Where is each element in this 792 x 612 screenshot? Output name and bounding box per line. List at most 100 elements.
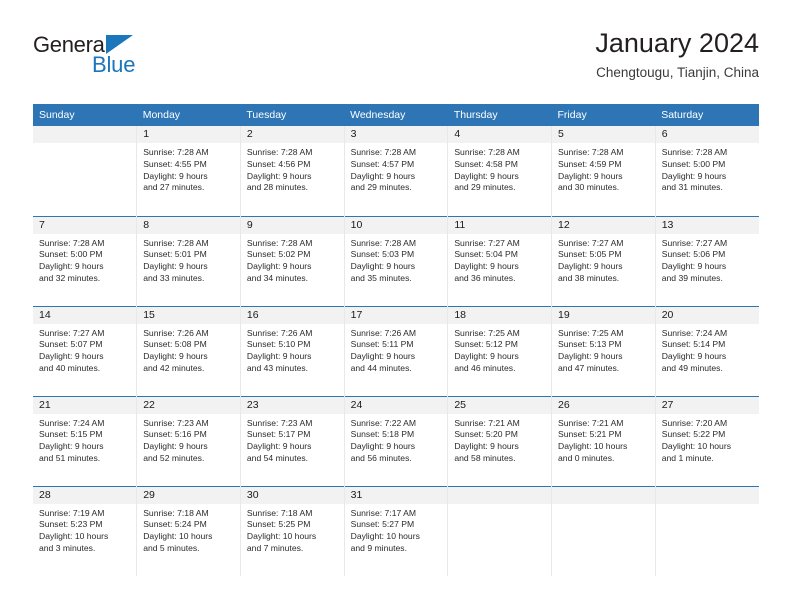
calendar-day-cell[interactable]: 20 Sunrise: 7:24 AM Sunset: 5:14 PM Dayligh… — [655, 305, 759, 396]
day-detail-line: and 29 minutes. — [350, 182, 412, 193]
day-number: 26 — [552, 396, 655, 414]
calendar-day-cell[interactable]: 7 Sunrise: 7:28 AM Sunset: 5:00 PM Daylight… — [33, 215, 138, 306]
day-number: 28 — [33, 486, 137, 504]
calendar-day-cell[interactable]: 13 Sunrise: 7:27 AM Sunset: 5:06 PM Dayligh… — [655, 215, 759, 306]
day-detail-line: Daylight: 9 hours — [246, 170, 312, 181]
day-detail-line: Sunset: 5:24 PM — [143, 519, 207, 530]
calendar-day-cell[interactable]: 28 Sunrise: 7:19 AM Sunset: 5:23 PM Dayligh… — [33, 485, 138, 576]
day-number: 10 — [344, 216, 448, 234]
day-detail-line: and 3 minutes. — [39, 542, 96, 553]
calendar-day-cell[interactable]: 22 Sunrise: 7:23 AM Sunset: 5:16 PM Dayligh… — [136, 395, 241, 486]
day-detail-line: Sunset: 5:23 PM — [39, 519, 103, 530]
day-number: 2 — [240, 126, 344, 143]
calendar-day-cell[interactable]: 18 Sunrise: 7:25 AM Sunset: 5:12 PM Dayligh… — [447, 305, 553, 396]
calendar-day-cell[interactable]: 8 Sunrise: 7:28 AM Sunset: 5:01 PM Daylight… — [136, 215, 241, 306]
day-detail-line: and 42 minutes. — [143, 362, 205, 373]
calendar-day-cell[interactable]: 30 Sunrise: 7:18 AM Sunset: 5:25 PM Dayligh… — [240, 485, 345, 576]
day-detail-line: and 39 minutes. — [661, 272, 723, 283]
day-number: 7 — [33, 216, 137, 234]
day-details: Sunrise: 7:26 AM Sunset: 5:08 PM Daylight:… — [137, 324, 240, 375]
day-detail-line: Sunset: 5:07 PM — [39, 339, 103, 350]
day-details: Sunrise: 7:27 AM Sunset: 5:04 PM Daylight:… — [448, 234, 551, 285]
calendar-day-cell[interactable]: 26 Sunrise: 7:21 AM Sunset: 5:21 PM Dayligh… — [551, 395, 656, 486]
day-detail-line: Sunset: 5:04 PM — [454, 249, 518, 260]
day-details: Sunrise: 7:28 AM Sunset: 5:00 PM Daylight:… — [33, 234, 136, 285]
day-number: 15 — [137, 306, 240, 324]
day-detail-line: and 34 minutes. — [246, 272, 309, 283]
day-detail-line: Daylight: 9 hours — [661, 351, 727, 362]
day-detail-line: and 7 minutes. — [246, 542, 304, 553]
calendar-day-cell[interactable]: 14 Sunrise: 7:27 AM Sunset: 5:07 PM Dayligh… — [33, 305, 138, 396]
day-detail-line: Sunset: 4:58 PM — [454, 158, 518, 169]
day-detail-line: Sunrise: 7:25 AM — [454, 327, 520, 338]
day-detail-line: Sunset: 5:01 PM — [143, 249, 207, 260]
calendar-day-cell[interactable]: 29 Sunrise: 7:18 AM Sunset: 5:24 PM Dayligh… — [136, 485, 241, 576]
day-detail-line: Sunrise: 7:21 AM — [454, 417, 520, 428]
day-detail-line: Daylight: 10 hours — [246, 531, 317, 542]
day-detail-line: Sunset: 5:10 PM — [246, 339, 311, 350]
day-detail-line: Daylight: 10 hours — [143, 531, 213, 542]
calendar-day-cell[interactable]: 23 Sunrise: 7:23 AM Sunset: 5:17 PM Dayligh… — [240, 395, 345, 486]
calendar-day-cell[interactable]: 1 Sunrise: 7:28 AM Sunset: 4:55 PM Daylight… — [136, 126, 241, 216]
calendar-day-cell[interactable]: 19 Sunrise: 7:25 AM Sunset: 5:13 PM Dayligh… — [551, 305, 656, 396]
day-detail-line: and 29 minutes. — [454, 182, 516, 193]
day-detail-line: and 47 minutes. — [558, 362, 620, 373]
day-number: 22 — [137, 396, 240, 414]
day-detail-line: Sunset: 5:00 PM — [661, 158, 726, 169]
day-number — [448, 486, 552, 504]
day-detail-line: and 58 minutes. — [454, 452, 516, 463]
day-detail-line: Daylight: 9 hours — [661, 261, 727, 272]
calendar-day-cell[interactable]: 21 Sunrise: 7:24 AM Sunset: 5:15 PM Dayligh… — [33, 395, 138, 486]
day-detail-line: Sunrise: 7:24 AM — [661, 327, 728, 338]
day-detail-line: and 1 minute. — [661, 452, 714, 463]
day-number: 14 — [33, 306, 137, 324]
calendar-day-cell[interactable]: 25 Sunrise: 7:21 AM Sunset: 5:20 PM Dayligh… — [447, 395, 553, 486]
day-number: 1 — [137, 126, 240, 143]
day-number: 4 — [448, 126, 552, 143]
calendar-day-cell[interactable]: 9 Sunrise: 7:28 AM Sunset: 5:02 PM Daylight… — [240, 215, 345, 306]
day-detail-line: and 28 minutes. — [246, 182, 309, 193]
calendar-day-cell[interactable]: 5 Sunrise: 7:28 AM Sunset: 4:59 PM Daylight… — [551, 126, 656, 216]
calendar-page: General Blue January 2024 Chengtougu, Ti… — [0, 0, 792, 612]
calendar-day-cell[interactable]: 4 Sunrise: 7:28 AM Sunset: 4:58 PM Daylight… — [447, 126, 553, 216]
calendar-week-row: 1 Sunrise: 7:28 AM Sunset: 4:55 PM Daylight… — [33, 126, 759, 216]
day-detail-line: and 0 minutes. — [558, 452, 615, 463]
calendar-day-cell[interactable]: 15 Sunrise: 7:26 AM Sunset: 5:08 PM Dayligh… — [136, 305, 241, 396]
calendar-day-cell[interactable]: 10 Sunrise: 7:28 AM Sunset: 5:03 PM Dayligh… — [344, 215, 449, 306]
calendar-day-cell[interactable]: 17 Sunrise: 7:26 AM Sunset: 5:11 PM Dayligh… — [344, 305, 449, 396]
day-detail-line: and 30 minutes. — [558, 182, 620, 193]
calendar-day-cell[interactable]: 2 Sunrise: 7:28 AM Sunset: 4:56 PM Daylight… — [240, 126, 345, 216]
day-detail-line: Sunrise: 7:23 AM — [143, 417, 209, 428]
calendar-day-cell[interactable]: 31 Sunrise: 7:17 AM Sunset: 5:27 PM Dayligh… — [344, 485, 449, 576]
day-details: Sunrise: 7:26 AM Sunset: 5:10 PM Daylight:… — [241, 324, 344, 375]
weekday-header-tuesday: Tuesday — [240, 104, 345, 126]
day-detail-line: and 49 minutes. — [661, 362, 723, 373]
day-detail-line: Sunrise: 7:28 AM — [143, 237, 209, 248]
calendar-day-cell[interactable]: 12 Sunrise: 7:27 AM Sunset: 5:05 PM Dayligh… — [551, 215, 656, 306]
day-detail-line: and 44 minutes. — [350, 362, 412, 373]
day-detail-line: Sunrise: 7:26 AM — [143, 327, 209, 338]
weekday-header-thursday: Thursday — [447, 104, 552, 126]
calendar-day-cell[interactable]: 11 Sunrise: 7:27 AM Sunset: 5:04 PM Dayligh… — [447, 215, 553, 306]
calendar-day-cell[interactable]: 16 Sunrise: 7:26 AM Sunset: 5:10 PM Dayligh… — [240, 305, 345, 396]
day-details: Sunrise: 7:23 AM Sunset: 5:16 PM Daylight:… — [137, 414, 240, 465]
day-number: 16 — [240, 306, 344, 324]
weekday-header-row: Sunday Monday Tuesday Wednesday Thursday… — [33, 104, 759, 126]
day-number: 17 — [344, 306, 448, 324]
day-detail-line: and 46 minutes. — [454, 362, 516, 373]
day-number: 8 — [137, 216, 240, 234]
day-detail-line: Sunrise: 7:28 AM — [350, 237, 417, 248]
calendar-day-cell[interactable]: 24 Sunrise: 7:22 AM Sunset: 5:18 PM Dayligh… — [344, 395, 449, 486]
calendar-day-cell[interactable]: 6 Sunrise: 7:28 AM Sunset: 5:00 PM Daylight… — [655, 126, 759, 216]
day-detail-line: Sunset: 5:14 PM — [661, 339, 726, 350]
day-detail-line: Daylight: 9 hours — [661, 170, 727, 181]
day-detail-line: and 40 minutes. — [39, 362, 101, 373]
day-details: Sunrise: 7:28 AM Sunset: 4:57 PM Daylight:… — [345, 143, 448, 194]
calendar-day-cell[interactable]: 27 Sunrise: 7:20 AM Sunset: 5:22 PM Dayligh… — [655, 395, 759, 486]
day-number: 13 — [655, 216, 759, 234]
day-detail-line: Daylight: 9 hours — [246, 261, 312, 272]
general-blue-logo[interactable]: General Blue — [33, 34, 213, 86]
day-detail-line: Sunrise: 7:18 AM — [246, 507, 313, 518]
day-details: Sunrise: 7:28 AM Sunset: 5:03 PM Daylight:… — [345, 234, 448, 285]
calendar-day-cell[interactable]: 3 Sunrise: 7:28 AM Sunset: 4:57 PM Daylight… — [344, 126, 449, 216]
